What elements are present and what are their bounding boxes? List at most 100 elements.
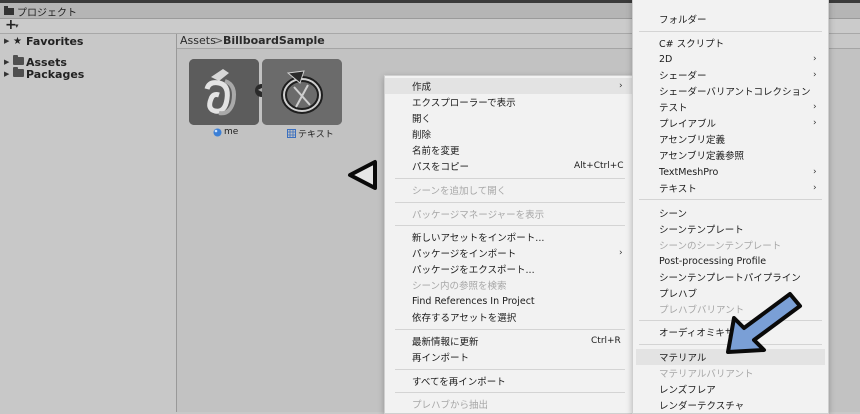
submenu-arrow-icon: › (813, 118, 817, 128)
submenu-item-shader[interactable]: シェーダー › (633, 67, 828, 83)
menu-item-open[interactable]: 開く (385, 110, 633, 126)
tree-item-label: Favorites (26, 34, 84, 48)
menu-item-label: シーンを追加して開く (412, 186, 507, 197)
menu-item-label: フォルダー (659, 15, 707, 26)
menu-item-label: レンダーテクスチャ (659, 401, 745, 412)
asset-name: テキスト (298, 130, 334, 140)
submenu-item-text[interactable]: テキスト › (633, 180, 828, 196)
folder-icon (13, 66, 24, 77)
menu-item-export-package[interactable]: パッケージをエクスポート... (385, 261, 633, 277)
menu-item-copy-path[interactable]: パスをコピー Alt+Ctrl+C (385, 158, 633, 174)
menu-item-label: すべてを再インポート (412, 377, 506, 388)
material-sphere-icon (213, 128, 222, 136)
menu-item-create[interactable]: 作成 › (385, 78, 633, 94)
menu-item-import-new-asset[interactable]: 新しいアセットをインポート... (385, 229, 633, 245)
submenu-item-assembly-definition[interactable]: アセンブリ定義 (633, 131, 828, 147)
menu-item-reimport[interactable]: 再インポート (385, 349, 633, 365)
menu-separator (395, 178, 625, 179)
menu-item-label: エクスプローラーで表示 (412, 98, 516, 109)
menu-separator (395, 369, 625, 370)
asset-label-me[interactable]: me (213, 127, 238, 137)
submenu-item-lens-flare[interactable]: レンズフレア (633, 381, 828, 397)
submenu-item-shader-variant-collection[interactable]: シェーダーバリアントコレクション (633, 83, 828, 99)
billboard-text-image (189, 59, 259, 125)
menu-item-rename[interactable]: 名前を変更 (385, 142, 633, 158)
menu-item-select-dependencies[interactable]: 依存するアセットを選択 (385, 309, 633, 325)
menu-item-label: アセンブリ定義 (659, 135, 726, 146)
menu-item-reimport-all[interactable]: すべてを再インポート (385, 373, 633, 389)
menu-item-label: シェーダー (659, 71, 707, 82)
submenu-item-scene-template[interactable]: シーンテンプレート (633, 221, 828, 237)
submenu-item-post-processing-profile[interactable]: Post-processing Profile (633, 253, 828, 269)
submenu-arrow-icon: › (813, 183, 817, 193)
menu-separator (395, 329, 625, 330)
menu-item-label: 新しいアセットをインポート... (412, 233, 545, 244)
texture-grid-icon (287, 129, 296, 138)
menu-item-label: テキスト (659, 184, 697, 195)
asset-thumbnail-text[interactable] (262, 59, 342, 125)
expand-arrow-icon[interactable]: ▶ (4, 37, 13, 45)
menu-item-label: 再インポート (412, 353, 470, 364)
submenu-arrow-icon: › (813, 102, 817, 112)
menu-item-label: アセンブリ定義参照 (659, 151, 745, 162)
menu-item-refresh[interactable]: 最新情報に更新 Ctrl+R (385, 333, 633, 349)
menu-item-label: パッケージをエクスポート... (412, 265, 535, 276)
annotation-blue-arrow (726, 292, 802, 354)
submenu-item-render-texture[interactable]: レンダーテクスチャ (633, 397, 828, 413)
tree-item-favorites[interactable]: ▶ ★ Favorites (4, 34, 83, 48)
submenu-item-scene-template-from-scene: シーンのシーンテンプレート (633, 237, 828, 253)
submenu-item-scene-template-pipeline[interactable]: シーンテンプレートパイプライン (633, 269, 828, 285)
menu-item-label: マテリアル (659, 353, 707, 364)
breadcrumb-current[interactable]: BillboardSample (223, 34, 325, 47)
breadcrumb-separator: > (214, 34, 224, 47)
folder-icon (13, 54, 24, 65)
menu-item-label: シェーダーバリアントコレクション (659, 87, 811, 98)
menu-item-label: プレハブから抽出 (412, 400, 489, 411)
menu-separator (395, 392, 625, 393)
menu-item-label: 作成 (412, 82, 432, 93)
menu-separator (639, 199, 822, 200)
expand-arrow-icon[interactable]: ▶ (4, 58, 13, 66)
menu-item-import-package[interactable]: パッケージをインポート › (385, 245, 633, 261)
menu-item-open-scene-additive: シーンを追加して開く (385, 182, 633, 198)
menu-item-label: シーンのシーンテンプレート (659, 241, 782, 252)
menu-item-delete[interactable]: 削除 (385, 126, 633, 142)
submenu-item-textmeshpro[interactable]: TextMeshPro › (633, 164, 828, 180)
menu-item-label: 最新情報に更新 (412, 337, 479, 348)
menu-item-find-references-in-project[interactable]: Find References In Project (385, 293, 633, 309)
menu-item-label: マテリアルバリアント (659, 369, 754, 380)
menu-item-label: パッケージをインポート (412, 249, 517, 260)
menu-item-label: 2D (659, 53, 673, 65)
submenu-item-playables[interactable]: プレイアブル › (633, 115, 828, 131)
submenu-item-folder[interactable]: フォルダー (633, 11, 828, 27)
asset-name: me (224, 127, 239, 137)
menu-separator (395, 202, 625, 203)
menu-item-label: プレハブ (659, 289, 698, 300)
billboard-text-3d-image (262, 59, 342, 125)
submenu-item-testing[interactable]: テスト › (633, 99, 828, 115)
chevron-down-icon[interactable]: ▾ (15, 22, 19, 30)
tree-item-packages[interactable]: ▶ Packages (4, 66, 85, 81)
menu-item-find-references-in-scene: シーン内の参照を検索 (385, 277, 633, 293)
menu-item-shortcut: Alt+Ctrl+C (574, 161, 624, 171)
menu-item-label: レンズフレア (659, 385, 716, 396)
menu-item-label: パスをコピー (412, 162, 470, 173)
menu-item-shortcut: Ctrl+R (591, 336, 621, 346)
submenu-item-assembly-definition-reference[interactable]: アセンブリ定義参照 (633, 147, 828, 163)
submenu-item-2d[interactable]: 2D › (633, 51, 828, 67)
menu-item-view-package-manager: パッケージマネージャーを表示 (385, 206, 633, 222)
menu-item-label: テスト (659, 103, 688, 114)
asset-thumbnail-me[interactable] (189, 59, 259, 125)
submenu-item-csharp-script[interactable]: C# スクリプト (633, 35, 828, 51)
menu-item-show-in-explorer[interactable]: エクスプローラーで表示 (385, 94, 633, 110)
menu-item-label: C# スクリプト (659, 39, 725, 50)
window-title: プロジェクト (17, 8, 77, 19)
breadcrumb-root[interactable]: Assets (180, 34, 216, 47)
tree-item-label: Packages (26, 67, 85, 81)
expand-arrow-icon[interactable]: ▶ (4, 70, 13, 78)
asset-label-text[interactable]: テキスト (287, 127, 334, 140)
submenu-item-scene[interactable]: シーン (633, 205, 828, 221)
context-menu: 作成 › エクスプローラーで表示 開く 削除 名前を変更 パスをコピー Alt+… (384, 75, 634, 414)
submenu-arrow-icon: › (813, 70, 817, 80)
project-tree: ▶ ★ Favorites ▶ Assets ▶ Packages (0, 34, 177, 412)
